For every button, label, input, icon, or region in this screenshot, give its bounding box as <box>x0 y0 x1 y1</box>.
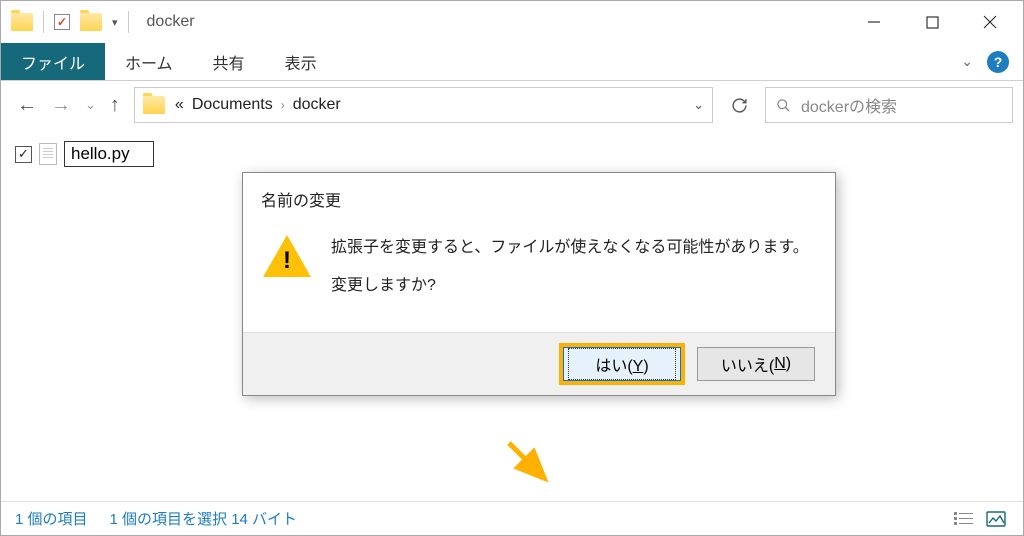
titlebar-left: ✓ ▾ docker <box>5 11 845 33</box>
search-icon <box>776 98 791 113</box>
item-checkbox[interactable]: ✓ <box>15 146 32 163</box>
dialog-message-line2: 変更しますか? <box>331 267 809 305</box>
dialog-title: 名前の変更 <box>243 173 835 219</box>
forward-button[interactable]: → <box>51 94 71 117</box>
view-toggles <box>951 508 1009 530</box>
yes-label-key: Y <box>633 358 644 375</box>
no-label-prefix: いいえ( <box>721 352 774 376</box>
dialog-body: ! 拡張子を変更すると、ファイルが使えなくなる可能性があります。 変更しますか? <box>243 219 835 332</box>
maximize-button[interactable] <box>903 2 961 42</box>
window-controls <box>845 2 1019 42</box>
status-item-count: 1 個の項目 <box>15 508 88 529</box>
folder-icon <box>11 13 33 31</box>
tab-view[interactable]: 表示 <box>265 43 337 80</box>
file-icon <box>39 143 57 165</box>
yes-label-suffix: ) <box>643 358 648 375</box>
tab-home[interactable]: ホーム <box>105 43 193 80</box>
window-title: docker <box>147 13 195 31</box>
yes-button[interactable]: はい(Y) <box>563 347 681 381</box>
annotation-arrow-icon <box>501 435 561 495</box>
qat-separator <box>43 11 44 33</box>
ribbon-tabs: ファイル ホーム 共有 表示 ⌄ ? <box>1 43 1023 81</box>
search-placeholder: dockerの検索 <box>801 93 897 117</box>
breadcrumb-parent[interactable]: Documents <box>192 96 273 114</box>
view-details-button[interactable] <box>951 508 977 530</box>
dialog-message-line1: 拡張子を変更すると、ファイルが使えなくなる可能性があります。 <box>331 229 809 267</box>
view-thumbnails-button[interactable] <box>983 508 1009 530</box>
dialog-message: 拡張子を変更すると、ファイルが使えなくなる可能性があります。 変更しますか? <box>331 229 809 306</box>
ribbon-spacer <box>337 43 962 80</box>
list-item[interactable]: ✓ hello.py <box>15 141 154 167</box>
close-button[interactable] <box>961 2 1019 42</box>
back-button[interactable]: ← <box>17 94 37 117</box>
help-icon[interactable]: ? <box>987 51 1009 73</box>
status-selection: 1 個の項目を選択 14 バイト <box>110 508 298 529</box>
ribbon-right: ⌄ ? <box>961 43 1023 80</box>
navbar: ← → ⌄ ↑ « Documents › docker ⌄ <box>1 81 1023 129</box>
warning-icon: ! <box>263 235 311 277</box>
address-bar[interactable]: « Documents › docker ⌄ <box>134 87 713 123</box>
refresh-button[interactable] <box>721 87 757 123</box>
details-view-icon <box>954 511 974 527</box>
search-box[interactable]: dockerの検索 <box>765 87 1013 123</box>
ribbon-collapse-icon[interactable]: ⌄ <box>961 53 973 70</box>
breadcrumb-prefix: « <box>175 96 180 114</box>
tab-share[interactable]: 共有 <box>193 43 265 80</box>
no-label-suffix: ) <box>786 355 791 373</box>
refresh-icon <box>731 97 748 114</box>
chevron-right-icon[interactable]: › <box>281 98 285 112</box>
qat-dropdown-icon[interactable]: ▾ <box>112 16 118 29</box>
minimize-button[interactable] <box>845 2 903 42</box>
thumbnails-view-icon <box>986 511 1006 527</box>
titlebar: ✓ ▾ docker <box>1 1 1023 43</box>
dialog-buttons: はい(Y) いいえ(N) <box>243 332 835 395</box>
history-dropdown-icon[interactable]: ⌄ <box>85 97 96 113</box>
close-icon <box>983 15 997 29</box>
no-label-key: N <box>774 355 786 373</box>
folder-icon <box>143 96 165 114</box>
up-button[interactable]: ↑ <box>110 94 120 117</box>
rename-confirm-dialog: 名前の変更 ! 拡張子を変更すると、ファイルが使えなくなる可能性があります。 変… <box>242 172 836 396</box>
folder-icon[interactable] <box>80 13 102 31</box>
statusbar: 1 個の項目 1 個の項目を選択 14 バイト <box>1 501 1023 535</box>
breadcrumb: « Documents › docker <box>175 96 341 114</box>
minimize-icon <box>867 15 881 29</box>
tab-file[interactable]: ファイル <box>1 43 105 80</box>
addr-right: ⌄ <box>693 97 704 113</box>
maximize-icon <box>926 16 939 29</box>
chevron-down-icon[interactable]: ⌄ <box>693 97 704 113</box>
filename-rename-input[interactable]: hello.py <box>64 141 154 167</box>
breadcrumb-current[interactable]: docker <box>293 96 341 114</box>
qat-properties-icon[interactable]: ✓ <box>54 14 70 30</box>
qat-separator <box>128 11 129 33</box>
nav-arrows: ← → ⌄ ↑ <box>11 94 126 117</box>
yes-label-prefix: はい( <box>595 358 632 375</box>
no-button[interactable]: いいえ(N) <box>697 347 815 381</box>
